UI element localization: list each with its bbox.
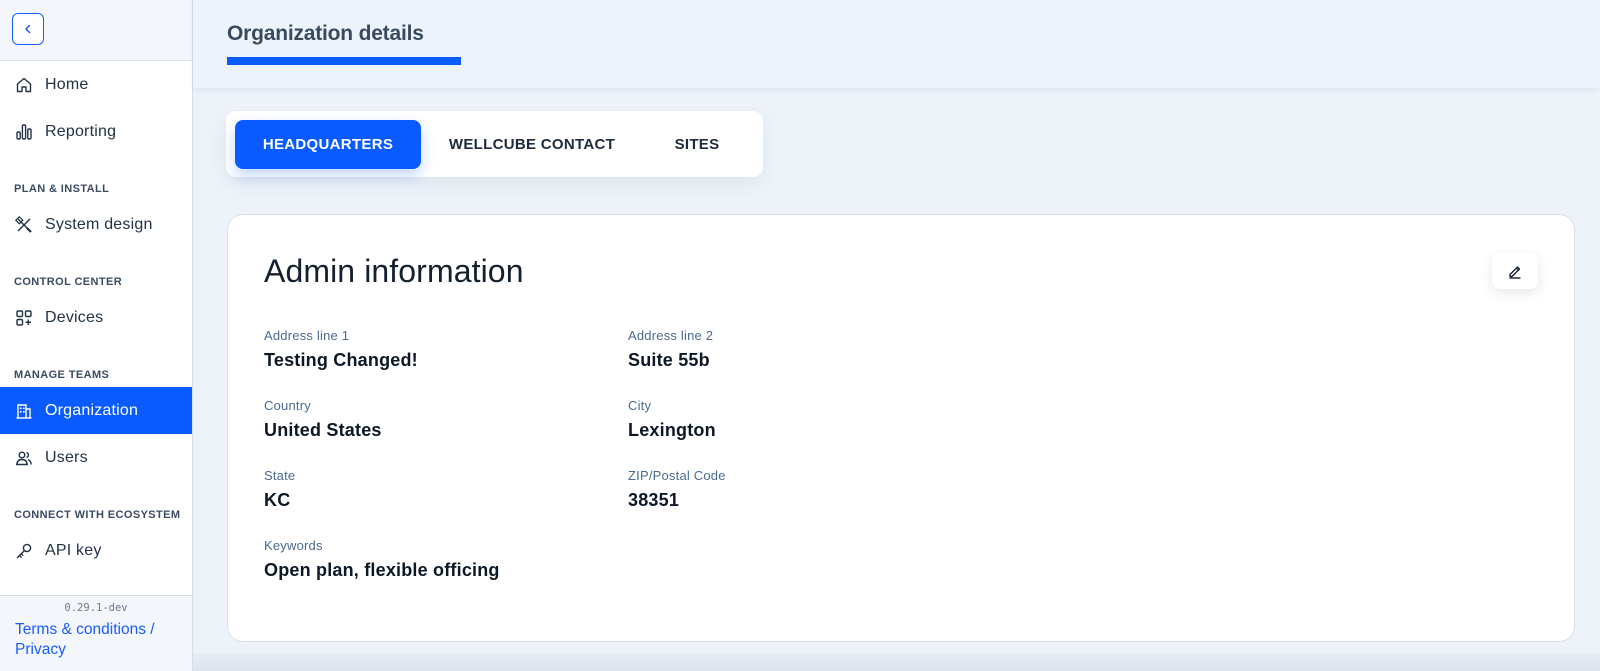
version-label: 0.29.1-dev <box>64 602 128 614</box>
section-label-plan-install: PLAN & INSTALL <box>14 183 110 195</box>
tab-wellcube-contact[interactable]: WELLCUBE CONTACT <box>435 120 629 169</box>
field-value: 38351 <box>628 490 680 510</box>
field-label: City <box>628 398 652 413</box>
pencil-icon <box>1509 266 1521 279</box>
sidebar-item-label: Devices <box>45 308 104 326</box>
section-label-manage-teams: MANAGE TEAMS <box>14 369 110 381</box>
field-value: Suite 55b <box>628 350 710 370</box>
sidebar-item-home[interactable]: Home <box>0 61 192 108</box>
field-country: Country United States <box>264 398 382 441</box>
sidebar-item-label: Organization <box>45 401 139 419</box>
sidebar-item-devices[interactable]: Devices <box>0 294 192 341</box>
users-icon <box>14 448 34 468</box>
field-value: Open plan, flexible officing <box>264 560 500 580</box>
sidebar-item-organization[interactable]: Organization <box>0 387 192 434</box>
tab-bar: HEADQUARTERS WELLCUBE CONTACT SITES <box>226 111 763 177</box>
bar-chart-icon <box>14 122 34 142</box>
sidebar-item-reporting[interactable]: Reporting <box>0 108 192 155</box>
building-icon <box>14 401 34 421</box>
field-label: Keywords <box>264 538 323 553</box>
sidebar-item-label: API key <box>45 541 102 559</box>
sidebar-footer: 0.29.1-dev Terms & conditions / Privacy <box>0 595 192 671</box>
tab-headquarters[interactable]: HEADQUARTERS <box>235 120 421 169</box>
tab-sites[interactable]: SITES <box>644 120 750 169</box>
field-value: Testing Changed! <box>264 350 418 370</box>
field-address-line-1: Address line 1 Testing Changed! <box>264 328 418 371</box>
grid-plus-icon <box>14 308 34 328</box>
edit-button[interactable] <box>1492 253 1538 289</box>
sidebar-item-api-key[interactable]: API key <box>0 527 192 574</box>
field-city: City Lexington <box>628 398 716 441</box>
sidebar-item-users[interactable]: Users <box>0 434 192 481</box>
field-value: Lexington <box>628 420 716 440</box>
field-value: KC <box>264 490 291 510</box>
field-value: United States <box>264 420 382 440</box>
field-address-line-2: Address line 2 Suite 55b <box>628 328 713 371</box>
key-icon <box>14 541 34 561</box>
page-title: Organization details <box>227 22 424 45</box>
sidebar-top <box>0 0 192 61</box>
bottom-shade <box>193 653 1600 671</box>
terms-privacy-link[interactable]: Terms & conditions / Privacy <box>15 620 190 660</box>
field-label: Address line 1 <box>264 328 350 343</box>
field-label: Address line 2 <box>628 328 714 343</box>
chevron-left-icon <box>25 24 31 34</box>
field-state: State KC <box>264 468 295 511</box>
sidebar-item-label: Users <box>45 448 88 466</box>
field-label: ZIP/Postal Code <box>628 468 726 483</box>
section-label-control-center: CONTROL CENTER <box>14 276 123 288</box>
sidebar-item-system-design[interactable]: System design <box>0 201 192 248</box>
page-header: Organization details <box>193 0 1600 88</box>
sidebar-item-label: Reporting <box>45 122 117 140</box>
field-keywords: Keywords Open plan, flexible officing <box>264 538 500 581</box>
card-title: Admin information <box>264 253 524 289</box>
sidebar-item-label: Home <box>45 75 89 93</box>
collapse-sidebar-button[interactable] <box>12 13 44 45</box>
admin-information-card: Admin information Address line 1 Testing… <box>227 214 1575 642</box>
field-zip: ZIP/Postal Code 38351 <box>628 468 726 511</box>
title-underline <box>227 57 461 65</box>
sidebar-item-label: System design <box>45 215 153 233</box>
field-label: State <box>264 468 296 483</box>
tools-icon <box>14 215 34 235</box>
field-label: Country <box>264 398 311 413</box>
home-icon <box>14 75 34 95</box>
section-label-connect: CONNECT WITH ECOSYSTEM <box>14 509 181 521</box>
sidebar: Home Reporting PLAN & INSTALL System des… <box>0 0 193 671</box>
